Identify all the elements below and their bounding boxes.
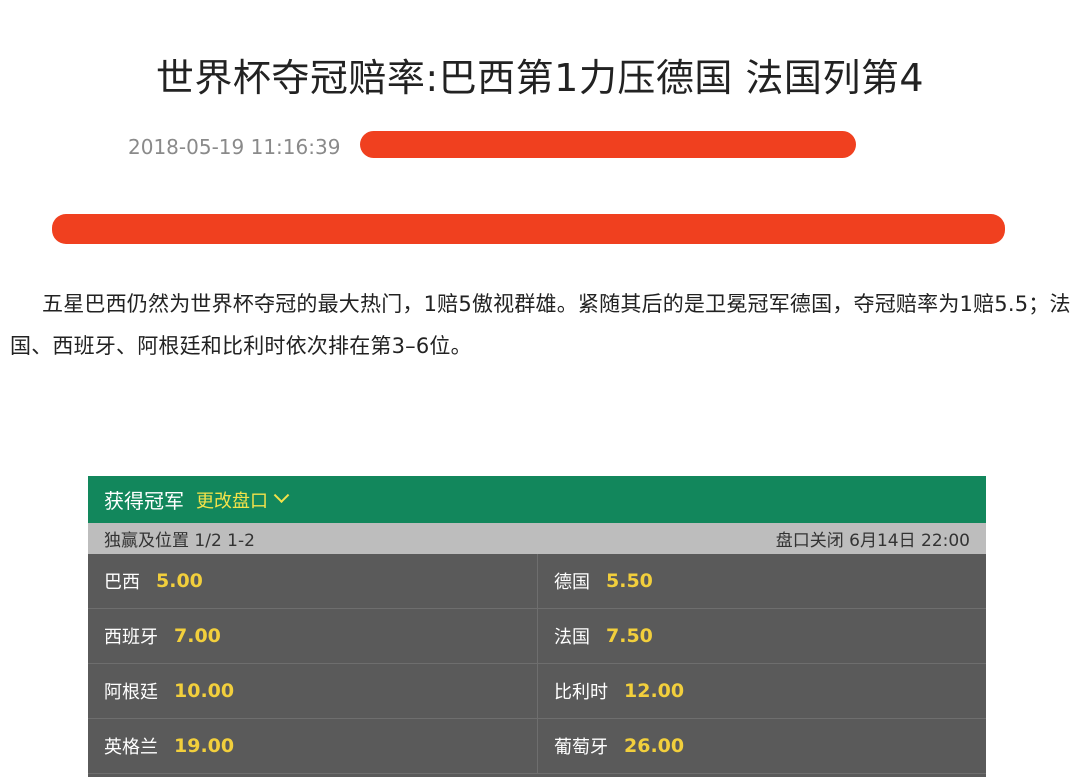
odds-selection[interactable]: 英格兰 19.00	[88, 719, 538, 774]
odds-selection[interactable]: 葡萄牙 26.00	[538, 719, 986, 774]
team-name: 德国	[554, 572, 590, 593]
article-paragraph: 五星巴西仍然为世界杯夺冠的最大热门，1赔5傲视群雄。紧随其后的是卫冕冠军德国，夺…	[10, 292, 1071, 358]
odds-selection[interactable]: 阿根廷 10.00	[88, 664, 538, 719]
odds-value: 7.50	[606, 625, 653, 647]
team-name: 阿根廷	[104, 682, 158, 703]
odds-value: 7.00	[174, 625, 221, 647]
odds-widget: 获得冠军 更改盘口 独赢及位置 1/2 1-2 盘口关闭 6月14日 22:00…	[88, 476, 986, 777]
market-header: 获得冠军 更改盘口	[88, 476, 986, 523]
change-market-label: 更改盘口	[196, 490, 268, 512]
team-name: 英格兰	[104, 737, 158, 758]
chevron-down-icon	[273, 487, 290, 504]
redaction-bar-source	[360, 131, 856, 158]
bet-type: 独赢及位置 1/2 1-2	[104, 531, 255, 551]
odds-value: 19.00	[174, 735, 235, 757]
odds-value: 26.00	[624, 735, 685, 757]
odds-value: 5.50	[606, 570, 653, 592]
redaction-bar-summary	[52, 214, 1005, 244]
team-name: 西班牙	[104, 627, 158, 648]
article-title: 世界杯夺冠赔率:巴西第1力压德国 法国列第4	[155, 56, 925, 100]
market-title: 获得冠军	[104, 489, 184, 513]
market-subbar: 独赢及位置 1/2 1-2 盘口关闭 6月14日 22:00	[88, 523, 986, 554]
article-page: 世界杯夺冠赔率:巴西第1力压德国 法国列第4 2018-05-19 11:16:…	[0, 0, 1080, 777]
publish-date: 2018-05-19 11:16:39	[128, 135, 341, 159]
odds-selection[interactable]: 巴西 5.00	[88, 554, 538, 609]
odds-selection[interactable]: 德国 5.50	[538, 554, 986, 609]
odds-value: 12.00	[624, 680, 685, 702]
odds-grid: 巴西 5.00 德国 5.50 西班牙 7.00 法国 7.50 阿根廷 10.…	[88, 554, 986, 774]
team-name: 葡萄牙	[554, 737, 608, 758]
team-name: 巴西	[104, 572, 140, 593]
odds-selection[interactable]: 法国 7.50	[538, 609, 986, 664]
team-name: 比利时	[554, 682, 608, 703]
market-closing-time: 盘口关闭 6月14日 22:00	[775, 531, 970, 551]
change-market-button[interactable]: 更改盘口	[196, 487, 290, 513]
team-name: 法国	[554, 627, 590, 648]
odds-selection[interactable]: 西班牙 7.00	[88, 609, 538, 664]
odds-value: 10.00	[174, 680, 235, 702]
odds-selection[interactable]: 比利时 12.00	[538, 664, 986, 719]
odds-value: 5.00	[156, 570, 203, 592]
